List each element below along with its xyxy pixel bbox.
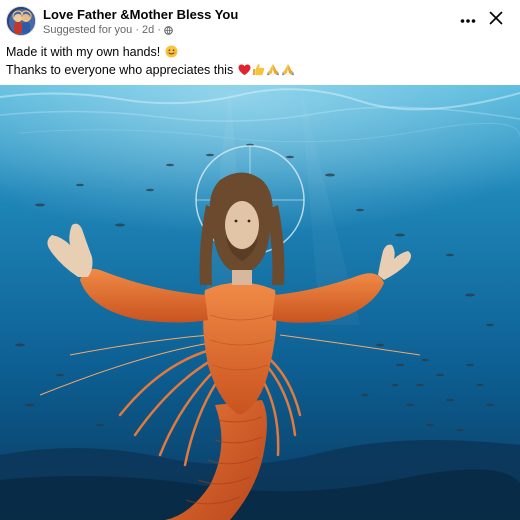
- globe-icon: [164, 25, 173, 35]
- caption-line-1-text: Made it with my own hands!: [6, 45, 161, 59]
- caption-line-2: Thanks to everyone who appreciates this: [6, 62, 511, 80]
- close-button[interactable]: [484, 8, 508, 32]
- caption-line-2-text: Thanks to everyone who appreciates this: [6, 63, 234, 77]
- post-meta-text: Suggested for you · 2d ·: [43, 24, 162, 36]
- post-caption: Made it with my own hands! Thanks to eve…: [6, 44, 511, 80]
- close-icon: [489, 11, 503, 30]
- caption-line-1: Made it with my own hands!: [6, 44, 511, 62]
- avatar[interactable]: [6, 6, 36, 36]
- pray-emoji: [281, 63, 295, 80]
- post-author[interactable]: Love Father &Mother Bless You: [43, 7, 238, 22]
- more-icon: [460, 11, 476, 29]
- heart-emoji: [238, 64, 251, 80]
- more-options-button[interactable]: [456, 8, 480, 32]
- pray-emoji: [266, 63, 280, 80]
- post-image[interactable]: [0, 85, 520, 520]
- smile-emoji: [165, 45, 178, 62]
- feed-post: Love Father &Mother Bless You Suggested …: [0, 0, 520, 520]
- post-header: Love Father &Mother Bless You Suggested …: [0, 0, 520, 40]
- post-meta: Suggested for you · 2d ·: [43, 24, 173, 36]
- thumbs-up-emoji: [252, 63, 265, 80]
